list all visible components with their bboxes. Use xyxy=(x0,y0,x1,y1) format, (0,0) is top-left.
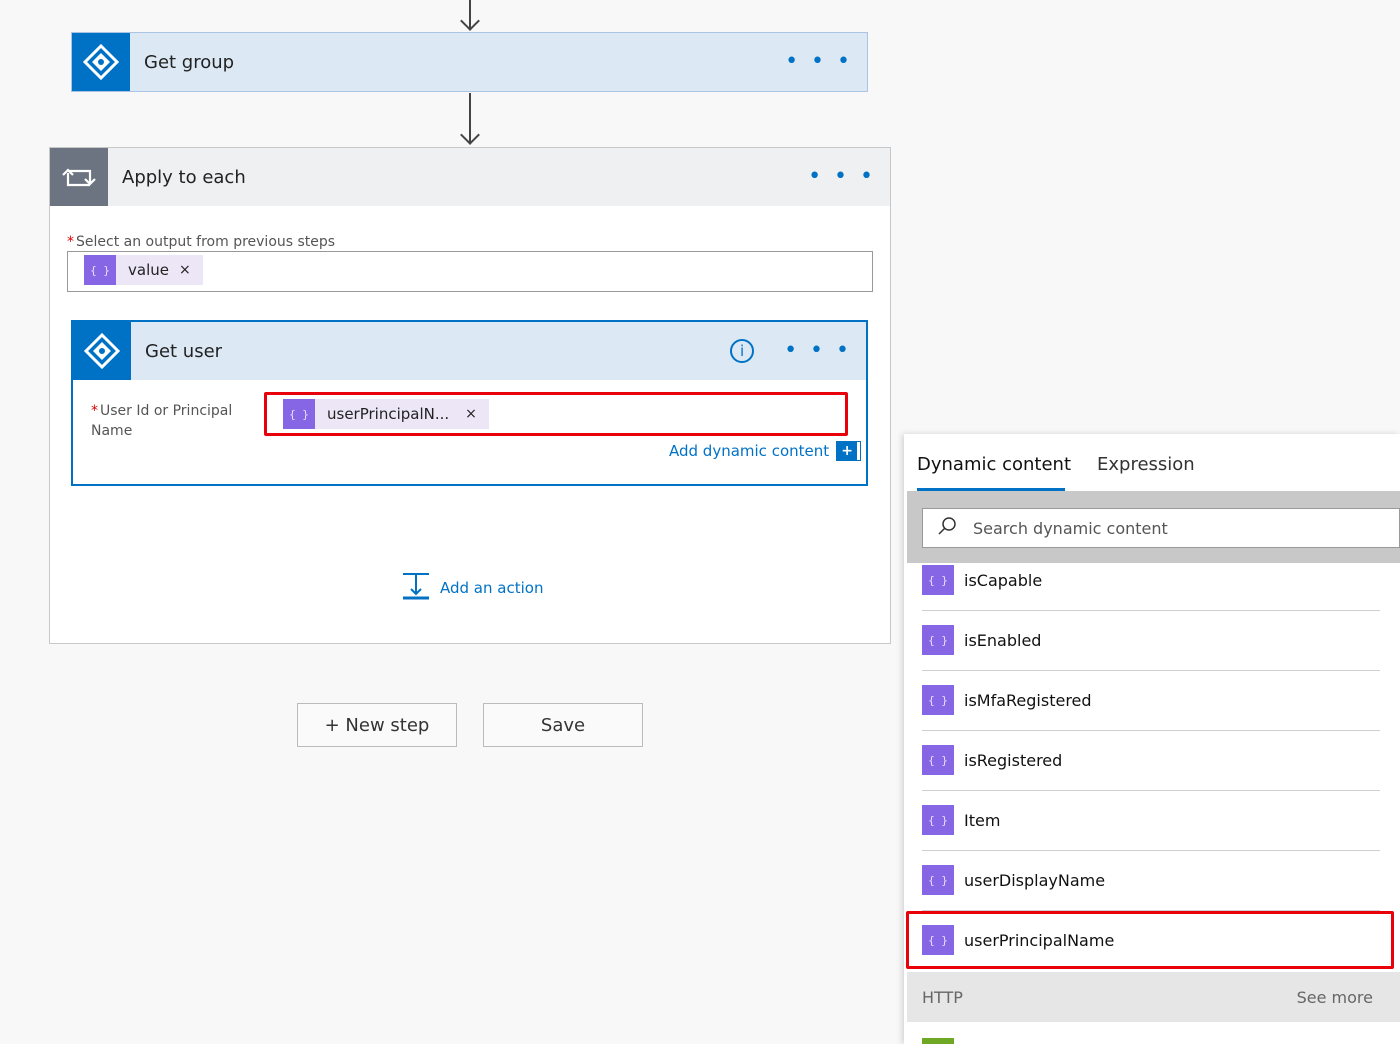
token-icon: { } xyxy=(922,625,954,655)
token-icon: { } xyxy=(922,685,954,715)
dynamic-item-label: isEnabled xyxy=(964,630,1042,650)
token-icon: { } xyxy=(922,865,954,895)
azure-ad-icon xyxy=(72,33,130,91)
dynamic-item-item[interactable]: { } Item xyxy=(922,790,1380,851)
token-icon: { } xyxy=(283,399,315,429)
add-dynamic-icon: + xyxy=(836,441,862,461)
get-user-title: Get user xyxy=(145,340,223,362)
arrow-down-icon xyxy=(460,11,480,31)
apply-to-each-header[interactable]: Apply to each • • • xyxy=(50,148,890,206)
dynamic-item-isregistered[interactable]: { } isRegistered xyxy=(922,730,1380,791)
dynamic-content-panel: Dynamic content Expression Search dynami… xyxy=(904,434,1400,1044)
info-icon[interactable]: i xyxy=(730,339,755,363)
remove-token-button[interactable]: × xyxy=(179,262,191,278)
token-icon: { } xyxy=(922,565,954,595)
user-principal-name-token[interactable]: { } userPrincipalN... × xyxy=(283,399,489,429)
highlight-box xyxy=(906,911,1394,969)
save-button[interactable]: Save xyxy=(483,703,643,747)
token-icon: { } xyxy=(922,745,954,775)
arrow-down-icon xyxy=(460,125,480,145)
tab-expression[interactable]: Expression xyxy=(1097,454,1195,475)
dynamic-item-label: isMfaRegistered xyxy=(964,690,1092,710)
loop-icon xyxy=(50,148,108,206)
get-group-title: Get group xyxy=(144,51,235,73)
remove-token-button[interactable]: × xyxy=(465,406,477,422)
token-icon: { } xyxy=(922,805,954,835)
add-dynamic-content-link[interactable]: Add dynamic content + xyxy=(669,441,862,461)
select-output-input[interactable]: { } value × xyxy=(67,251,873,292)
user-id-input[interactable]: { } userPrincipalN... × xyxy=(264,392,848,436)
get-user-header[interactable]: Get user i • • • xyxy=(73,322,866,380)
add-action-link[interactable]: Add an action xyxy=(402,572,543,604)
dynamic-item-label: Item xyxy=(964,810,1001,830)
apply-to-each-more-button[interactable]: • • • xyxy=(808,166,876,188)
user-principal-name-token-label: userPrincipalN... xyxy=(327,405,450,423)
value-token-label: value xyxy=(128,261,169,279)
http-section-header: HTTP See more xyxy=(907,972,1400,1022)
dynamic-item-label: userDisplayName xyxy=(964,870,1106,890)
search-placeholder: Search dynamic content xyxy=(973,518,1168,538)
apply-to-each-card: Apply to each • • • * Select an output fr… xyxy=(49,147,891,644)
token-icon: { } xyxy=(84,255,116,285)
add-action-icon xyxy=(402,572,430,604)
get-user-card: Get user i • • • * User Id or Principal N… xyxy=(71,320,868,486)
user-id-label: * User Id or Principal Name xyxy=(91,403,233,439)
select-output-label: * Select an output from previous steps xyxy=(67,234,336,250)
dynamic-item-ismfaregistered[interactable]: { } isMfaRegistered xyxy=(922,670,1380,731)
new-step-button[interactable]: + New step xyxy=(297,703,457,747)
apply-to-each-title: Apply to each xyxy=(122,166,246,188)
get-group-more-button[interactable]: • • • xyxy=(785,51,853,73)
dynamic-item-userdisplayname[interactable]: { } userDisplayName xyxy=(922,850,1380,911)
search-icon xyxy=(937,516,957,540)
search-input[interactable]: Search dynamic content xyxy=(922,508,1400,548)
dynamic-item-iscapable[interactable]: { } isCapable xyxy=(922,550,1380,611)
tab-dynamic-content[interactable]: Dynamic content xyxy=(917,454,1071,475)
get-group-card[interactable]: Get group • • • xyxy=(71,32,868,92)
partial-item-icon xyxy=(922,1038,954,1044)
dynamic-item-label: isCapable xyxy=(964,570,1043,590)
http-section-title: HTTP xyxy=(922,987,963,1007)
azure-ad-icon xyxy=(73,322,131,380)
get-user-more-button[interactable]: • • • xyxy=(784,340,852,362)
dynamic-item-isenabled[interactable]: { } isEnabled xyxy=(922,610,1380,671)
see-more-link[interactable]: See more xyxy=(1297,988,1373,1007)
dynamic-item-label: isRegistered xyxy=(964,750,1063,770)
value-token[interactable]: { } value × xyxy=(84,255,203,285)
